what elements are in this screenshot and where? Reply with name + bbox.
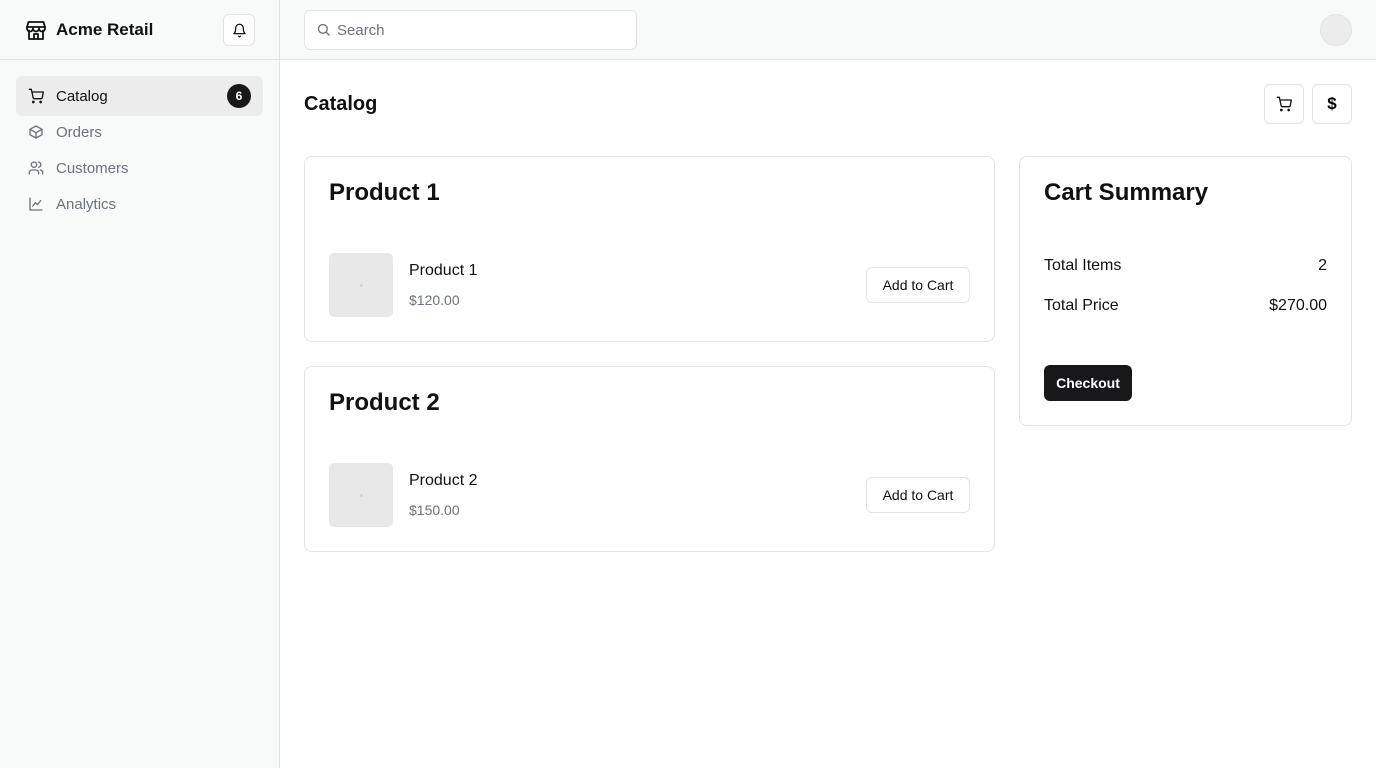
image-placeholder-icon — [359, 283, 363, 287]
page-title: Catalog — [304, 93, 378, 115]
search-input[interactable] — [337, 11, 627, 49]
sidebar-item-label: Orders — [56, 123, 102, 141]
cart-summary-title: Cart Summary — [1044, 179, 1209, 206]
total-price-label: Total Price — [1044, 297, 1119, 314]
product-price: $120.00 — [409, 292, 460, 308]
product-card-title: Product 1 — [329, 179, 440, 206]
topbar — [280, 0, 1376, 60]
brand-header: Acme Retail — [0, 0, 279, 60]
line-chart-icon — [28, 196, 44, 212]
cart-icon — [28, 88, 44, 104]
search-box — [304, 10, 637, 50]
sidebar-item-label: Customers — [56, 159, 129, 177]
sidebar-item-analytics[interactable]: Analytics — [16, 186, 263, 222]
notifications-button[interactable] — [223, 14, 255, 46]
total-price-row: Total Price $270.00 — [1044, 296, 1327, 316]
checkout-button[interactable]: Checkout — [1044, 365, 1132, 401]
sidebar-item-catalog[interactable]: Catalog 6 — [16, 76, 263, 116]
add-to-cart-button[interactable]: Add to Cart — [866, 477, 970, 513]
total-items-row: Total Items 2 — [1044, 256, 1327, 276]
package-icon — [28, 124, 44, 140]
currency-button[interactable]: $ — [1312, 84, 1352, 124]
sidebar: Acme Retail Catalog 6 Orders Customers A… — [0, 0, 280, 768]
avatar[interactable] — [1320, 14, 1352, 46]
product-image — [329, 463, 393, 527]
sidebar-item-label: Analytics — [56, 195, 117, 213]
sidebar-item-customers[interactable]: Customers — [16, 150, 263, 186]
product-name: Product 2 — [409, 472, 478, 489]
image-placeholder-icon — [359, 493, 363, 497]
total-items-label: Total Items — [1044, 257, 1122, 274]
store-icon — [24, 18, 48, 42]
product-card-title: Product 2 — [329, 389, 440, 416]
search-icon — [316, 22, 331, 37]
view-cart-button[interactable] — [1264, 84, 1304, 124]
cart-summary-card: Cart Summary Total Items 2 Total Price $… — [1019, 156, 1352, 426]
sidebar-item-label: Catalog — [56, 87, 108, 105]
product-card: Product 1 Product 1 $120.00 Add to Cart — [304, 156, 995, 342]
sidebar-item-orders[interactable]: Orders — [16, 114, 263, 150]
dollar-icon: $ — [1327, 94, 1337, 113]
total-price-value: $270.00 — [1269, 297, 1327, 314]
catalog-count-badge: 6 — [227, 84, 251, 108]
users-icon — [28, 160, 44, 176]
add-to-cart-button[interactable]: Add to Cart — [866, 267, 970, 303]
product-card: Product 2 Product 2 $150.00 Add to Cart — [304, 366, 995, 552]
app-name: Acme Retail — [56, 20, 154, 39]
product-name: Product 1 — [409, 262, 478, 279]
bell-icon — [232, 23, 247, 38]
cart-icon — [1276, 96, 1292, 112]
product-image — [329, 253, 393, 317]
sidebar-nav: Catalog 6 Orders Customers Analytics — [16, 76, 263, 222]
product-price: $150.00 — [409, 502, 460, 518]
total-items-value: 2 — [1318, 257, 1327, 274]
